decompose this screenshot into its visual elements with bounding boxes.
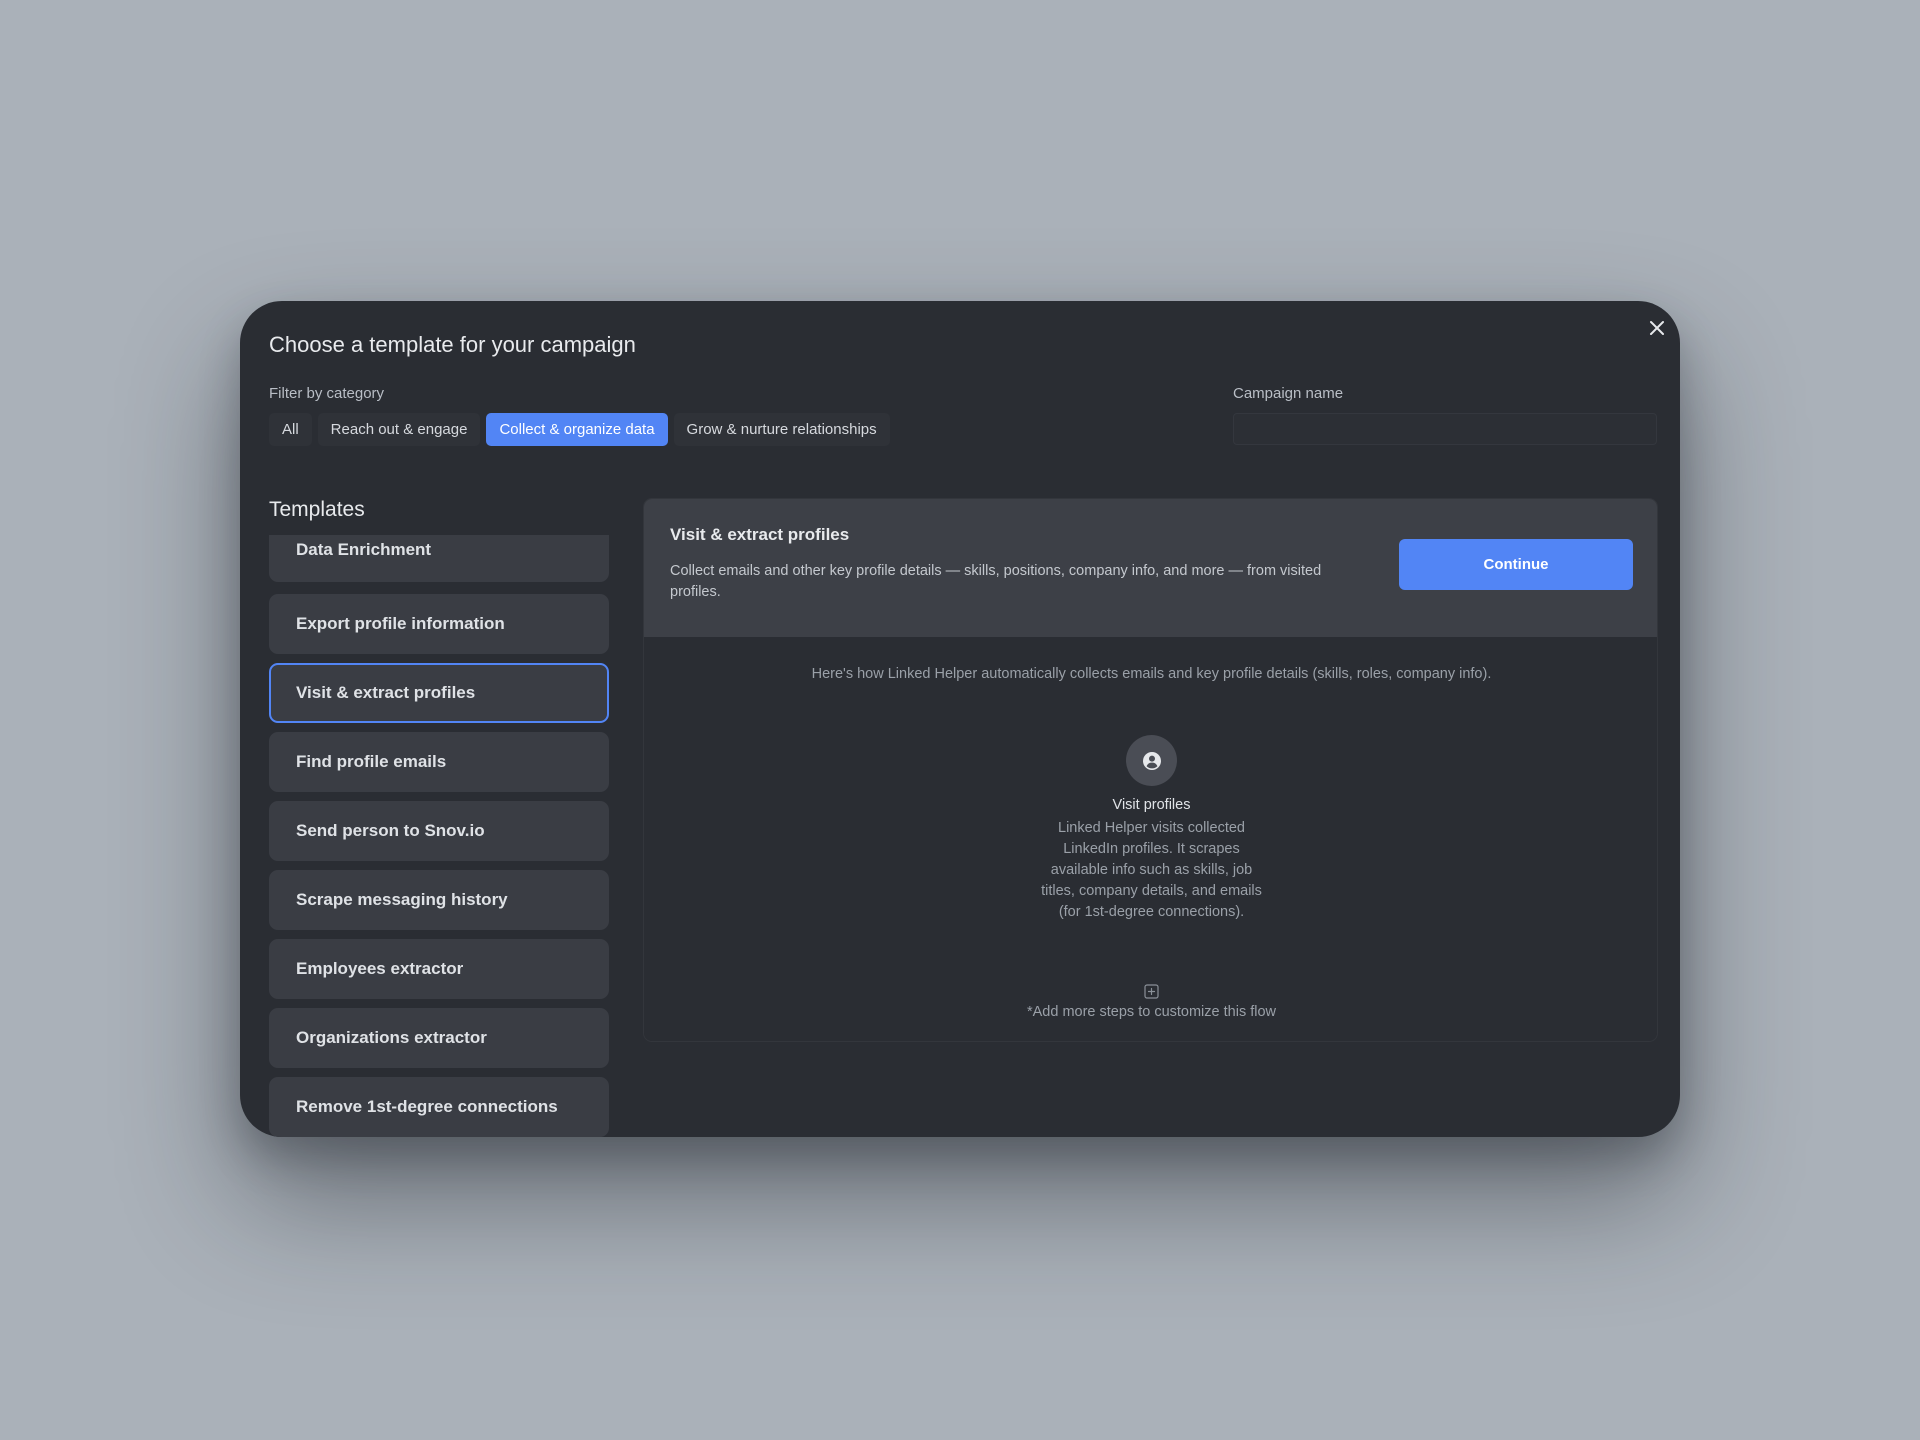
template-data-enrichment[interactable]: Data Enrichment bbox=[269, 535, 609, 582]
flow-preview: Here's how Linked Helper automatically c… bbox=[644, 637, 1657, 1041]
campaign-name-input[interactable] bbox=[1233, 413, 1657, 445]
user-circle-icon bbox=[1126, 735, 1177, 786]
template-list[interactable]: Data Enrichment Export profile informati… bbox=[269, 535, 609, 1137]
template-find-profile-emails[interactable]: Find profile emails bbox=[269, 732, 609, 792]
step-description: Linked Helper visits collected LinkedIn … bbox=[1041, 820, 1262, 920]
how-it-works-text: Here's how Linked Helper automatically c… bbox=[811, 666, 1492, 682]
chip-reach-out-engage[interactable]: Reach out & engage bbox=[317, 413, 481, 446]
template-employees-extractor[interactable]: Employees extractor bbox=[269, 939, 609, 999]
continue-button[interactable]: Continue bbox=[1399, 539, 1633, 590]
add-steps-hint: *Add more steps to customize this flow bbox=[1026, 1004, 1277, 1020]
template-detail-panel: Visit & extract profiles Collect emails … bbox=[643, 498, 1658, 1042]
template-visit-extract-profiles[interactable]: Visit & extract profiles bbox=[269, 663, 609, 723]
plus-square-icon[interactable] bbox=[1144, 984, 1159, 999]
category-filter-chips: All Reach out & engage Collect & organiz… bbox=[269, 413, 890, 446]
step-title: Visit profiles bbox=[1112, 797, 1191, 813]
modal-title: Choose a template for your campaign bbox=[269, 332, 636, 357]
chip-grow-nurture-relationships[interactable]: Grow & nurture relationships bbox=[673, 413, 890, 446]
template-organizations-extractor[interactable]: Organizations extractor bbox=[269, 1008, 609, 1068]
chip-all[interactable]: All bbox=[269, 413, 312, 446]
filter-label: Filter by category bbox=[269, 385, 385, 402]
templates-heading: Templates bbox=[269, 498, 365, 521]
template-scrape-messaging-history[interactable]: Scrape messaging history bbox=[269, 870, 609, 930]
template-remove-1st-degree-connections[interactable]: Remove 1st-degree connections bbox=[269, 1077, 609, 1137]
chip-collect-organize-data[interactable]: Collect & organize data bbox=[486, 413, 668, 446]
detail-title: Visit & extract profiles bbox=[670, 525, 850, 544]
template-export-profile-information[interactable]: Export profile information bbox=[269, 594, 609, 654]
template-send-person-to-snovio[interactable]: Send person to Snov.io bbox=[269, 801, 609, 861]
close-button[interactable] bbox=[1640, 311, 1674, 345]
detail-description: Collect emails and other key profile det… bbox=[670, 563, 1322, 600]
template-modal: Choose a template for your campaign Filt… bbox=[240, 301, 1680, 1137]
campaign-name-label: Campaign name bbox=[1233, 385, 1344, 402]
close-icon bbox=[1650, 321, 1664, 335]
detail-header: Visit & extract profiles Collect emails … bbox=[644, 499, 1657, 637]
